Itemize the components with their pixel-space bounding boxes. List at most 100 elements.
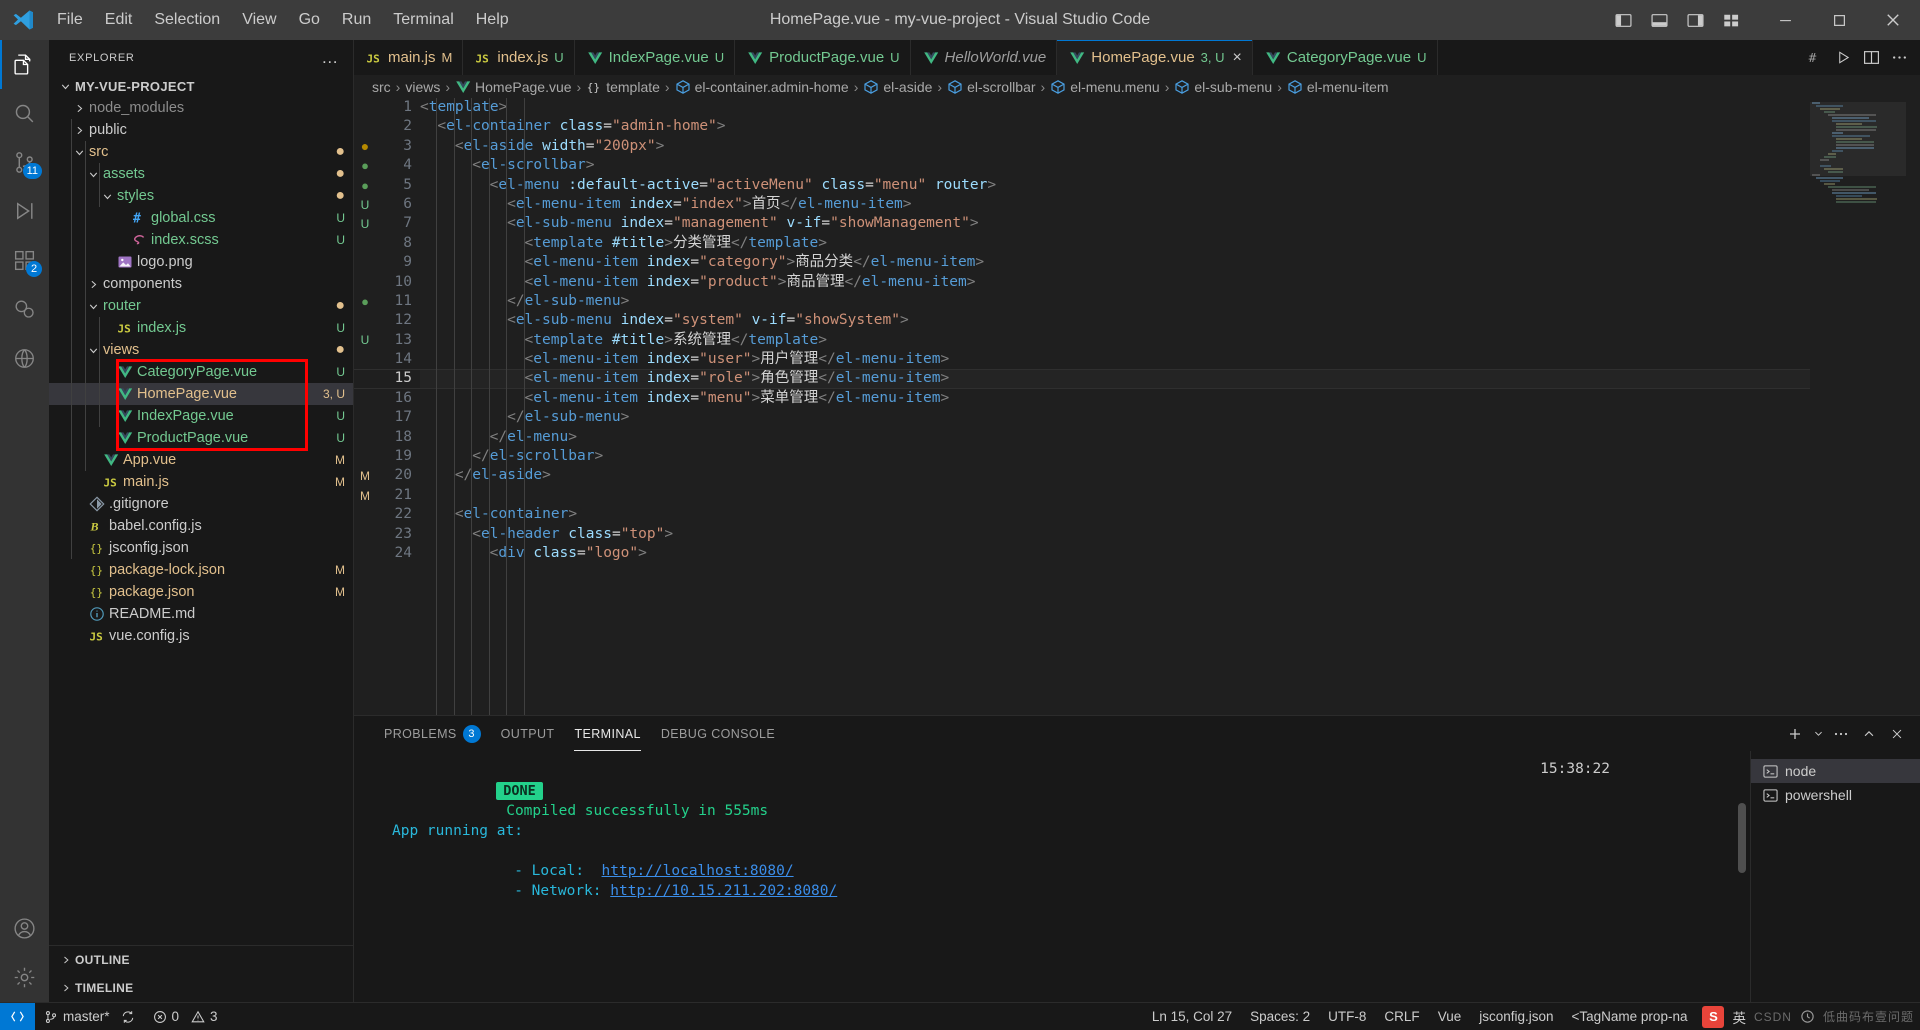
code-line[interactable]: <template #title>系统管理</template> [420, 331, 1810, 350]
breadcrumb[interactable]: src › views › HomePage.vue ›{} template › el-con… [354, 75, 1920, 98]
panel-tab-problems[interactable]: PROBLEMS 3 [374, 716, 491, 751]
tree-root-my-vue-project[interactable]: MY-VUE-PROJECT [49, 75, 353, 97]
activity-testing[interactable] [0, 285, 49, 334]
split-editor-icon[interactable] [1858, 45, 1884, 71]
code-line[interactable]: <el-menu :default-active="activeMenu" cl… [420, 176, 1810, 195]
tree-item-logo-png[interactable]: logo.png [49, 251, 353, 273]
panel-more-actions-icon[interactable] [1828, 721, 1854, 747]
toggle-secondary-sidebar-icon[interactable] [1678, 3, 1712, 37]
editor-tab-main-js[interactable]: JS main.js M [354, 40, 464, 75]
code-line[interactable]: <el-menu-item index="product">商品管理</el-m… [420, 273, 1810, 292]
panel-tab-debug-console[interactable]: DEBUG CONSOLE [651, 716, 785, 751]
code-line[interactable]: <el-sub-menu index="management" v-if="sh… [420, 214, 1810, 233]
breadcrumb-item-el-menu-item[interactable]: el-menu-item [1287, 79, 1389, 95]
breadcrumb-item-template[interactable]: {} template [586, 79, 660, 95]
code-editor[interactable]: ● ● ● U U ● U M M 1 2 3 4 5 6 7 8 9 10 11 12 13 14 15 16 17 18 19 2… [354, 98, 1920, 715]
code-line[interactable]: <el-header class="top"> [420, 525, 1810, 544]
tree-item-src[interactable]: src ● [49, 141, 353, 163]
maximize-panel-icon[interactable] [1856, 721, 1882, 747]
status-jsconfig[interactable]: jsconfig.json [1470, 1003, 1562, 1030]
tree-item--gitignore[interactable]: .gitignore [49, 493, 353, 515]
window-close-button[interactable] [1866, 0, 1920, 40]
activity-source-control[interactable]: 11 [0, 138, 49, 187]
editor-tab-helloworld-vue[interactable]: HelloWorld.vue [910, 40, 1058, 75]
breadcrumb-item-homepage-vue[interactable]: HomePage.vue [455, 79, 572, 95]
editor-tab-productpage-vue[interactable]: ProductPage.vue U [735, 40, 911, 75]
sidebar-more-actions-icon[interactable]: … [315, 48, 345, 68]
tree-item-styles[interactable]: styles ● [49, 185, 353, 207]
status-cursor-position[interactable]: Ln 15, Col 27 [1143, 1003, 1241, 1030]
breadcrumb-item-el-aside[interactable]: el-aside [863, 79, 932, 95]
window-maximize-button[interactable] [1812, 0, 1866, 40]
status-problems[interactable]: 0 3 [144, 1003, 227, 1030]
remote-window-button[interactable] [0, 1003, 35, 1030]
menu-file[interactable]: File [46, 0, 94, 40]
tree-item-readme-md[interactable]: README.md [49, 603, 353, 625]
file-tree[interactable]: MY-VUE-PROJECT node_modules public src ● ass… [49, 75, 353, 945]
breadcrumb-item-el-sub-menu[interactable]: el-sub-menu [1174, 79, 1272, 95]
tree-item-main-js[interactable]: JS main.js M [49, 471, 353, 493]
editor-vertical-scrollbar[interactable] [1906, 98, 1920, 715]
toggle-panel-icon[interactable] [1642, 3, 1676, 37]
panel-tab-terminal[interactable]: TERMINAL [564, 716, 650, 751]
tree-item-productpage-vue[interactable]: ProductPage.vue U [49, 427, 353, 449]
tree-item-package-json[interactable]: {} package.json M [49, 581, 353, 603]
code-line[interactable]: <el-menu-item index="index">首页</el-menu-… [420, 195, 1810, 214]
tree-item-components[interactable]: components [49, 273, 353, 295]
code-line[interactable]: <template #title>分类管理</template> [420, 234, 1810, 253]
tree-item-global-css[interactable]: # global.css U [49, 207, 353, 229]
menu-go[interactable]: Go [288, 0, 331, 40]
code-line[interactable]: <el-sub-menu index="system" v-if="showSy… [420, 311, 1810, 330]
activity-search[interactable] [0, 89, 49, 138]
menu-help[interactable]: Help [465, 0, 520, 40]
code-content[interactable]: <template> <el-container class="admin-hom… [354, 98, 1810, 715]
code-line[interactable]: <el-scrollbar> [420, 156, 1810, 175]
code-line[interactable] [420, 486, 1810, 505]
toggle-primary-sidebar-icon[interactable] [1606, 3, 1640, 37]
breadcrumb-item-el-scrollbar[interactable]: el-scrollbar [947, 79, 1036, 95]
window-minimize-button[interactable] [1758, 0, 1812, 40]
tree-item-public[interactable]: public [49, 119, 353, 141]
minimap[interactable] [1810, 98, 1906, 715]
code-line[interactable]: <el-menu-item index="user">用户管理</el-menu… [420, 350, 1810, 369]
new-terminal-icon[interactable] [1782, 721, 1808, 747]
breadcrumb-item-views[interactable]: views [405, 79, 440, 95]
section-timeline[interactable]: TIMELINE [49, 974, 353, 1002]
tree-item-assets[interactable]: assets ● [49, 163, 353, 185]
code-line[interactable]: <el-menu-item index="role">角色管理</el-menu… [354, 369, 1810, 390]
activity-settings[interactable] [0, 953, 49, 1002]
status-branch[interactable]: master* [35, 1003, 144, 1030]
activity-accounts[interactable] [0, 904, 49, 953]
minimap-viewport[interactable] [1810, 102, 1906, 176]
tree-item-categorypage-vue[interactable]: CategoryPage.vue U [49, 361, 353, 383]
tree-item-jsconfig-json[interactable]: {} jsconfig.json [49, 537, 353, 559]
status-indentation[interactable]: Spaces: 2 [1241, 1003, 1319, 1030]
activity-extensions[interactable]: 2 [0, 236, 49, 285]
code-line[interactable]: <div class="logo"> [420, 544, 1810, 563]
menu-edit[interactable]: Edit [94, 0, 144, 40]
more-editor-actions-icon[interactable] [1886, 45, 1912, 71]
close-panel-icon[interactable] [1884, 721, 1910, 747]
editor-tabs[interactable]: JS main.js M JS index.js U IndexPage.vue U Produ… [354, 40, 1438, 75]
status-encoding[interactable]: UTF-8 [1319, 1003, 1375, 1030]
activity-remote-explorer[interactable] [0, 334, 49, 383]
new-terminal-dropdown-icon[interactable] [1810, 721, 1826, 747]
terminal-list-item-node[interactable]: node [1751, 759, 1920, 783]
menu-selection[interactable]: Selection [143, 0, 231, 40]
tree-item-package-lock-json[interactable]: {} package-lock.json M [49, 559, 353, 581]
ime-indicator[interactable]: S 英 CSDN 低曲码布壹问题 [1696, 1005, 1920, 1028]
tree-item-indexpage-vue[interactable]: IndexPage.vue U [49, 405, 353, 427]
code-line[interactable]: </el-scrollbar> [420, 447, 1810, 466]
activity-run-and-debug[interactable] [0, 187, 49, 236]
tree-item-babel-config-js[interactable]: Bbabel.config.js [49, 515, 353, 537]
editor-tab-index-js[interactable]: JS index.js U [463, 40, 575, 75]
tree-item-vue-config-js[interactable]: JS vue.config.js [49, 625, 353, 647]
code-line[interactable]: <el-container class="admin-home"> [420, 117, 1810, 136]
menu-view[interactable]: View [231, 0, 287, 40]
terminal-output[interactable]: DONE Compiled successfully in 555ms 15:3… [354, 751, 1750, 1002]
tree-item-index-js[interactable]: JS index.js U [49, 317, 353, 339]
customize-layout-icon[interactable] [1714, 3, 1748, 37]
code-line[interactable]: <template> [420, 98, 1810, 117]
status-tagname[interactable]: <TagName prop-na [1563, 1003, 1697, 1030]
breadcrumb-item-el-container-admin-home[interactable]: el-container.admin-home [675, 79, 849, 95]
